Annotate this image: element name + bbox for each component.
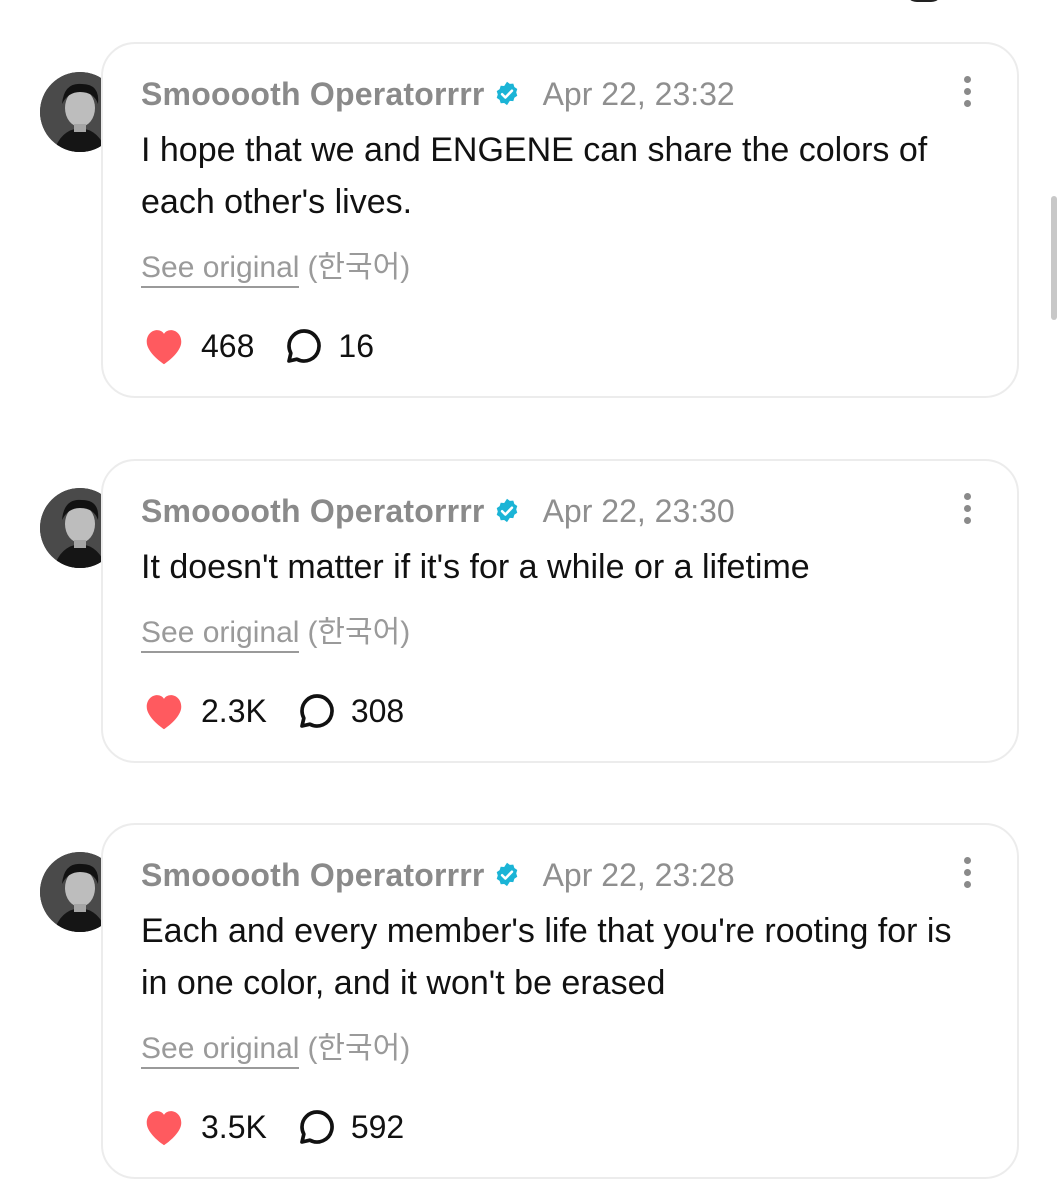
more-vertical-icon[interactable] [961,76,973,110]
post-text: It doesn't matter if it's for a while or… [141,548,810,586]
post-text: Each and every member's life that you're… [141,912,952,1002]
like-count: 2.3K [201,692,267,729]
see-original: See original (한국어) [141,1023,411,1069]
heart-icon[interactable] [141,1107,187,1147]
author-name[interactable]: Smooooth Operatorrrr [141,493,485,530]
feed: Smooooth Operatorrrr Apr 22, 23:32 I hop… [0,0,1061,1200]
post-header: Smooooth Operatorrrr Apr 22, 23:30 [141,491,735,531]
original-language: (한국어) [307,616,411,649]
original-language: (한국어) [307,1032,411,1065]
post-header: Smooooth Operatorrrr Apr 22, 23:28 [141,855,735,895]
reply-bubble-icon[interactable] [297,691,337,731]
post-header: Smooooth Operatorrrr Apr 22, 23:32 [141,74,735,114]
reply-bubble-icon[interactable] [284,326,324,366]
reply-bubble-icon[interactable] [297,1107,337,1147]
post-text: I hope that we and ENGENE can share the … [141,131,928,221]
heart-icon[interactable] [141,691,187,731]
post-actions: 2.3K 308 [141,689,434,733]
verified-badge-icon [496,862,517,887]
heart-icon[interactable] [141,326,187,366]
post-timestamp: Apr 22, 23:32 [542,75,735,112]
partial-icon [905,0,943,2]
more-vertical-icon[interactable] [961,493,973,527]
post-card[interactable]: Smooooth Operatorrrr Apr 22, 23:30 It do… [101,459,1019,763]
post-actions: 3.5K 592 [141,1105,434,1149]
original-language: (한국어) [307,251,411,284]
more-vertical-icon[interactable] [961,857,973,891]
see-original-link[interactable]: See original [141,251,300,288]
see-original: See original (한국어) [141,242,411,288]
post-timestamp: Apr 22, 23:30 [542,492,735,529]
post-actions: 468 16 [141,324,404,368]
post-card[interactable]: Smooooth Operatorrrr Apr 22, 23:28 Each … [101,823,1019,1179]
verified-badge-icon [496,81,517,106]
see-original-link[interactable]: See original [141,1032,300,1069]
reply-count: 592 [350,1108,405,1145]
see-original: See original (한국어) [141,607,411,653]
like-count: 3.5K [201,1108,267,1145]
verified-badge-icon [496,498,517,523]
see-original-link[interactable]: See original [141,616,300,653]
scrollbar[interactable] [1051,196,1057,320]
author-name[interactable]: Smooooth Operatorrrr [141,76,485,113]
reply-count: 308 [350,692,405,729]
like-count: 468 [201,327,255,364]
author-name[interactable]: Smooooth Operatorrrr [141,857,485,894]
post-card[interactable]: Smooooth Operatorrrr Apr 22, 23:32 I hop… [101,42,1019,398]
reply-count: 16 [338,327,374,364]
post-timestamp: Apr 22, 23:28 [542,856,735,893]
